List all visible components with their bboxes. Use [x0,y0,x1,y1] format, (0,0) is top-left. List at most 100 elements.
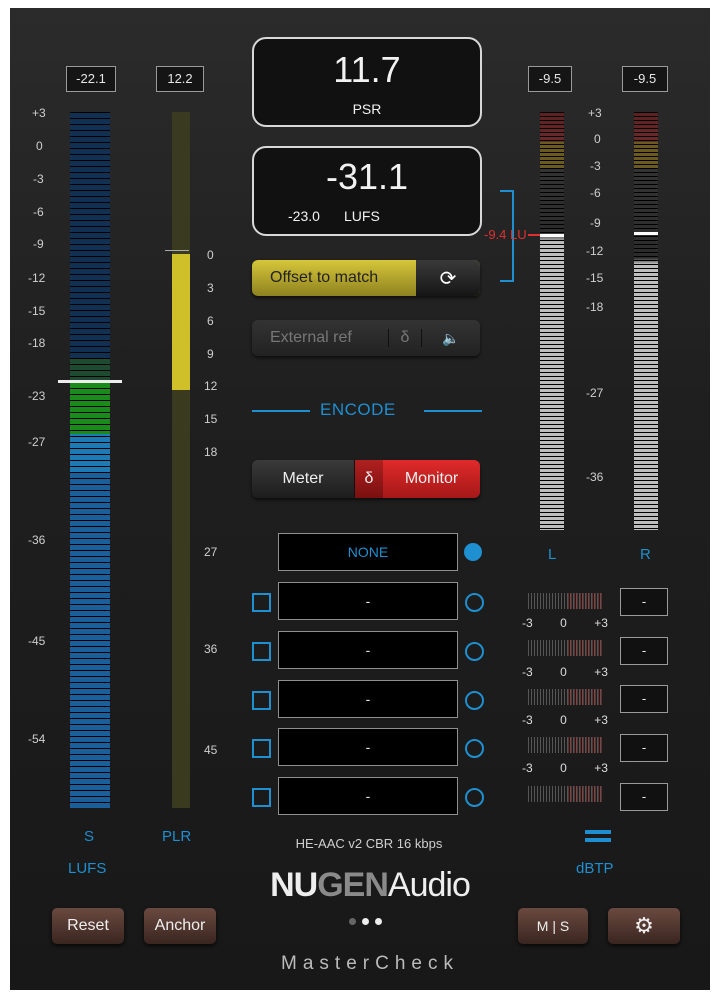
right-tick: -15 [586,271,604,285]
meter-button[interactable]: Meter [252,460,354,498]
codec-checkbox[interactable] [252,691,271,710]
offset-lu-label: -9.4 LU [484,227,527,242]
tp-tick: -3 [522,761,533,775]
plugin-panel: -22.1 12.2 +3 0 -3 -6 -9 -12 -15 -18 -23… [10,8,710,990]
external-ref-label: External ref [270,329,352,346]
s-tick: +3 [32,106,46,120]
reset-button[interactable]: Reset [52,908,124,944]
lufs-target: -23.0 [288,208,320,224]
tp-tick: +3 [594,616,608,630]
codec-radio[interactable] [465,642,484,661]
true-peak-scale: -3 0 +3 [522,616,608,630]
plr-tick: 0 [207,248,214,262]
page-dot[interactable] [349,918,356,925]
codec-radio[interactable] [465,691,484,710]
tp-tick: 0 [560,713,567,727]
ms-button[interactable]: M | S [518,908,588,944]
logo-nu: NU [270,866,318,904]
codec-checkbox[interactable] [252,642,271,661]
l-value-readout: -9.5 [528,66,572,92]
true-peak-strip [528,593,602,609]
plr-tick: 6 [207,314,214,328]
codec-slot[interactable]: - [278,728,458,766]
r-meter-bar [634,112,658,530]
s-tick: -15 [28,304,46,318]
tp-tick: -3 [522,665,533,679]
plr-tick [165,250,189,251]
s-value-readout: -22.1 [66,66,116,92]
delta-icon[interactable]: δ [388,329,422,347]
s-tick: -27 [28,435,46,449]
anchor-button[interactable]: Anchor [144,908,216,944]
lufs-value: -31.1 [325,156,409,197]
codec-info: HE-AAC v2 CBR 16 kbps [295,836,443,851]
right-tick: -3 [590,159,601,173]
logo-gen: GEN [317,866,389,904]
right-tick: -9 [590,216,601,230]
equals-icon [585,830,611,842]
s-tick: -18 [28,336,46,350]
true-peak-scale: -3 0 +3 [522,713,608,727]
l-label: L [548,546,557,563]
right-tick: -18 [586,300,604,314]
s-tick: -36 [28,533,46,547]
psr-value: 11.7 [333,49,401,90]
meter-monitor-toggle: Meter δ Monitor [252,460,480,498]
codec-radio[interactable] [465,739,484,758]
s-level-marker [58,380,122,383]
codec-radio[interactable] [465,788,484,807]
right-tick: +3 [588,106,602,120]
refresh-icon[interactable]: ⟳ [416,260,480,296]
true-peak-value: - [620,783,668,811]
monitor-button[interactable]: Monitor [383,460,480,498]
codec-radio-selected[interactable] [464,543,482,561]
external-ref-button[interactable]: External ref δ 🔈 [252,320,480,356]
encode-divider-left [252,410,310,412]
true-peak-scale: -3 0 +3 [522,665,608,679]
delta-toggle[interactable]: δ [354,460,383,498]
page-dot-active[interactable] [362,918,369,925]
r-label: R [640,546,651,563]
codec-checkbox[interactable] [252,593,271,612]
psr-display: 11.7 PSR [252,37,482,127]
codec-slot[interactable]: - [278,631,458,669]
codec-slot-none[interactable]: NONE [278,533,458,571]
gear-icon: ⚙ [634,913,654,938]
codec-slot[interactable]: - [278,582,458,620]
true-peak-value: - [620,588,668,616]
s-tick: -6 [33,205,44,219]
l-peak-marker [540,234,564,237]
s-lufs-meter-bar [70,112,110,808]
codec-slot[interactable]: - [278,777,458,815]
mastercheck-title: MasterCheck [281,953,459,974]
codec-checkbox[interactable] [252,788,271,807]
tp-tick: +3 [594,761,608,775]
speaker-icon[interactable]: 🔈 [422,330,480,347]
plr-tick: 15 [204,412,218,426]
encode-label: ENCODE [320,400,396,419]
tp-tick: +3 [594,665,608,679]
true-peak-scale: -3 0 +3 [522,761,608,775]
dbtp-units-label: dBTP [576,860,614,877]
true-peak-strip [528,786,602,802]
plr-meter-bar [172,112,190,808]
lufs-unit: LUFS [344,208,380,224]
page-dot[interactable] [375,918,382,925]
s-tick: -45 [28,634,46,648]
r-peak-marker [634,232,658,235]
right-tick: 0 [594,132,601,146]
encode-divider-right [424,410,482,412]
true-peak-strip [528,689,602,705]
true-peak-strip [528,640,602,656]
l-meter-bar [540,112,564,530]
offset-to-match-button[interactable]: Offset to match ⟳ [252,260,480,296]
tp-tick: +3 [594,713,608,727]
settings-button[interactable]: ⚙ [608,908,680,944]
plr-label: PLR [162,828,192,845]
true-peak-strip [528,737,602,753]
codec-checkbox[interactable] [252,739,271,758]
r-value-readout: -9.5 [622,66,668,92]
codec-slot[interactable]: - [278,680,458,718]
s-tick: -23 [28,389,46,403]
codec-radio[interactable] [465,593,484,612]
